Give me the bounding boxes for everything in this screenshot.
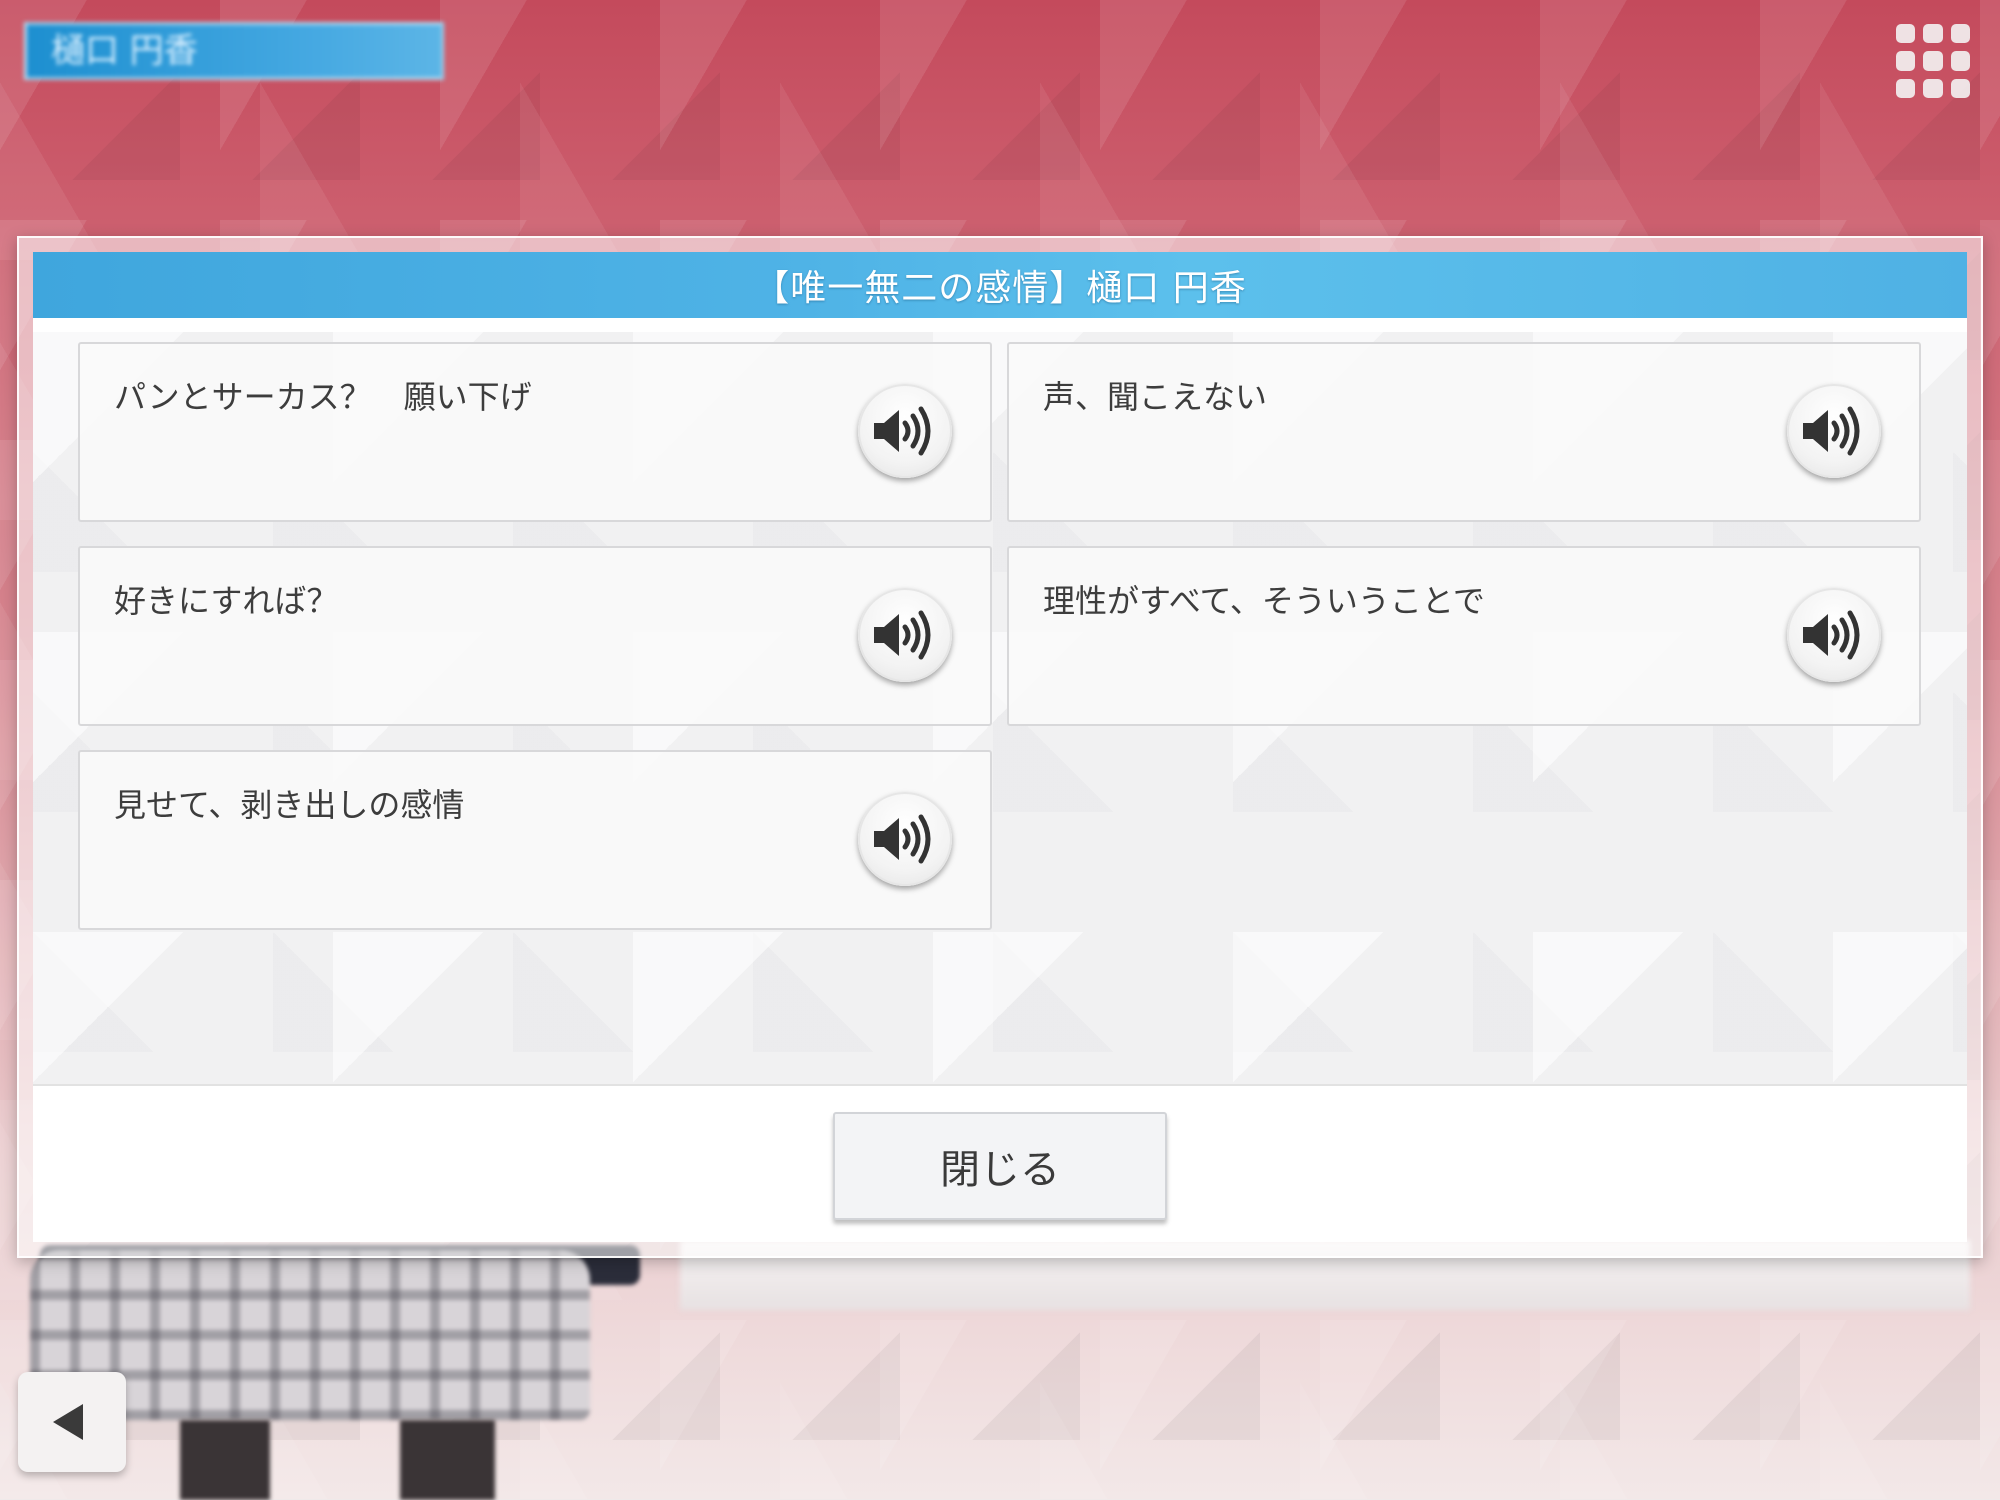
header-divider: [33, 318, 1967, 332]
modal-footer: 閉じる: [33, 1084, 1967, 1242]
voice-item[interactable]: 理性がすべて、そういうことで: [1007, 546, 1921, 726]
play-voice-button[interactable]: [858, 792, 952, 886]
grid-dot: [1896, 78, 1916, 98]
close-button[interactable]: 閉じる: [833, 1112, 1167, 1220]
grid-dot: [1950, 24, 1970, 44]
voice-label: 好きにすれば？: [114, 582, 339, 620]
play-voice-button[interactable]: [858, 588, 952, 682]
speaker-icon: [874, 610, 931, 660]
voice-label: パンとサーカス？ 願い下げ: [114, 378, 532, 416]
character-leg: [400, 1420, 495, 1500]
back-button[interactable]: [18, 1372, 126, 1472]
character-name-plate: 樋口 円香: [24, 22, 444, 80]
grid-dot: [1896, 51, 1916, 71]
play-voice-button[interactable]: [1787, 588, 1881, 682]
grid-dot: [1923, 78, 1943, 98]
voice-label: 理性がすべて、そういうことで: [1043, 582, 1485, 620]
speaker-icon: [874, 406, 931, 456]
speaker-icon: [1803, 610, 1860, 660]
voice-item[interactable]: パンとサーカス？ 願い下げ: [78, 342, 992, 522]
play-voice-button[interactable]: [1787, 384, 1881, 478]
voice-item[interactable]: 見せて、剥き出しの感情: [78, 750, 992, 930]
grid-dot: [1950, 51, 1970, 71]
voice-list: パンとサーカス？ 願い下げ 声、聞こえない 好きにすれば？ 理性がすべて、そうい…: [33, 332, 1967, 1084]
speaker-icon: [1803, 406, 1860, 456]
modal-header: 【唯一無二の感情】樋口 円香: [33, 252, 1967, 318]
play-voice-button[interactable]: [858, 384, 952, 478]
voice-item[interactable]: 声、聞こえない: [1007, 342, 1921, 522]
voice-list-modal: 【唯一無二の感情】樋口 円香 パンとサーカス？ 願い下げ 声、聞こえない 好きに…: [33, 252, 1967, 1242]
voice-label: 声、聞こえない: [1043, 378, 1268, 416]
grid-dot: [1923, 51, 1943, 71]
speaker-icon: [874, 814, 931, 864]
grid-dot: [1950, 78, 1970, 98]
character-leg: [180, 1420, 270, 1500]
grid-dot: [1923, 24, 1943, 44]
voice-label: 見せて、剥き出しの感情: [114, 786, 465, 824]
grid-dot: [1896, 24, 1916, 44]
grid-menu-icon[interactable]: [1896, 24, 1970, 98]
modal-title: 【唯一無二の感情】樋口 円香: [753, 268, 1247, 309]
voice-item[interactable]: 好きにすれば？: [78, 546, 992, 726]
back-arrow-icon: [53, 1404, 83, 1440]
